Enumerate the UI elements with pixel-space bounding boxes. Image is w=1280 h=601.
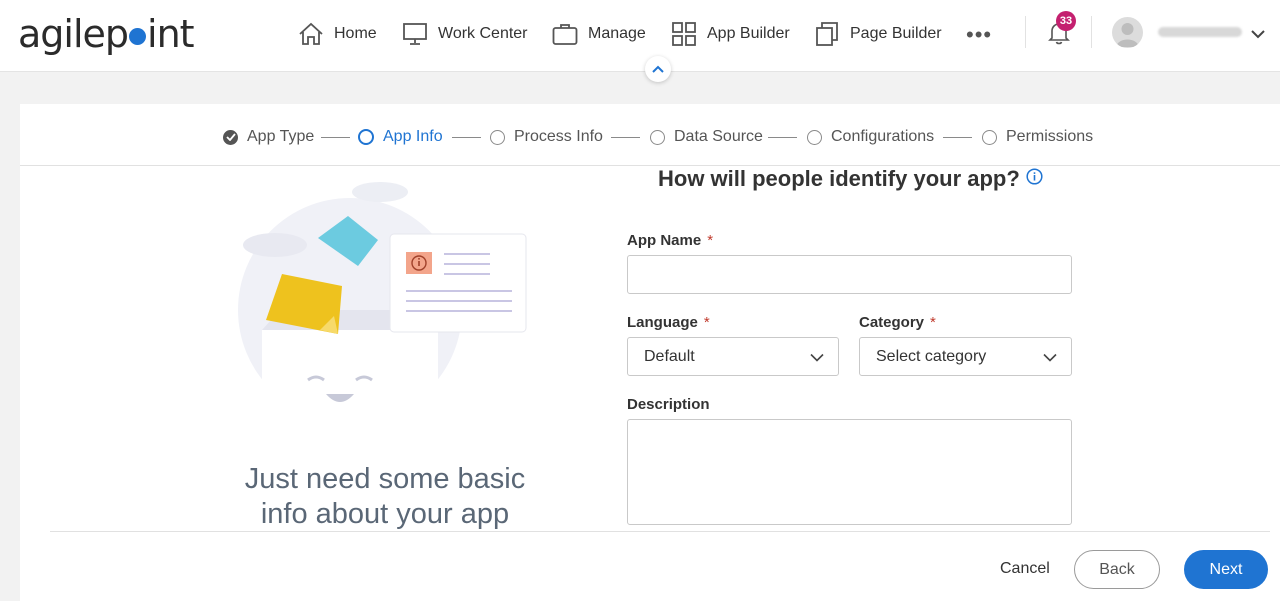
app-name-label: App Name * [627,232,714,249]
app-info-illustration [238,182,527,434]
nav-page-builder-label: Page Builder [850,25,942,42]
briefcase-icon [552,24,578,45]
active-step-circle-icon [358,129,374,145]
pages-icon [816,22,838,46]
nav-divider [1091,16,1092,48]
step-circle-icon [807,129,822,145]
nav-manage[interactable]: Manage [552,20,646,48]
step-label: Data Source [674,128,763,145]
step-label: Configurations [831,128,935,145]
step-label: App Info [383,128,443,145]
step-label: Process Info [514,128,603,145]
step-connector [321,137,350,138]
chevron-down-icon [1043,353,1057,362]
step-connector [452,137,481,138]
nav-page-builder[interactable]: Page Builder [814,20,942,48]
step-label: App Type [247,128,315,145]
description-textarea[interactable] [627,419,1072,525]
home-icon [299,22,323,45]
nav-divider [1025,16,1026,48]
check-circle-icon [223,129,238,145]
step-app-type[interactable]: App Type [223,128,314,146]
app-name-input[interactable] [627,255,1072,294]
next-button[interactable]: Next [1184,550,1268,589]
step-circle-icon [490,129,505,145]
username-redacted [1158,27,1242,37]
nav-app-builder[interactable]: App Builder [671,20,790,48]
nav-manage-label: Manage [588,25,646,42]
step-label: Permissions [1006,128,1094,145]
back-button[interactable]: Back [1074,550,1160,589]
grid-icon [672,22,696,46]
step-process-info[interactable]: Process Info [490,128,603,146]
form-title: How will people identify your app? [658,166,1020,191]
logo-dot [129,28,147,45]
info-icon[interactable] [1026,168,1043,190]
tagline-line-1: Just need some basic [244,463,526,495]
step-configurations[interactable]: Configurations [807,128,934,146]
category-select[interactable]: Select category [859,337,1072,376]
user-menu-chevron-icon[interactable] [1251,26,1265,44]
nav-work-center[interactable]: Work Center [402,20,528,48]
step-circle-icon [982,129,997,145]
top-navigation-bar: agilep int Home Work Center Manage App Bu… [0,0,1280,72]
language-select[interactable]: Default [627,337,839,376]
illustration-tagline: Just need some basic info about your app [220,462,550,532]
app-wizard-card: App Type App Info Process Info Data Sour… [20,104,1280,601]
step-connector [943,137,972,138]
step-app-info[interactable]: App Info [358,128,443,146]
collapse-header-button[interactable] [645,56,671,82]
step-connector [768,137,797,138]
step-data-source[interactable]: Data Source [650,128,763,146]
nav-home[interactable]: Home [298,20,377,48]
notifications-badge: 33 [1056,11,1076,31]
category-label: Category * [859,314,936,331]
footer-divider [50,531,1270,532]
nav-work-center-label: Work Center [438,25,528,42]
language-selected-value: Default [644,347,695,365]
user-avatar[interactable] [1112,17,1143,48]
language-label: Language * [627,314,710,331]
chevron-down-icon [810,353,824,362]
step-permissions[interactable]: Permissions [982,128,1093,146]
wizard-stepper: App Type App Info Process Info Data Sour… [20,104,1280,166]
cancel-button[interactable]: Cancel [1000,560,1050,578]
category-selected-value: Select category [876,347,987,365]
step-circle-icon [650,129,665,145]
tagline-line-2: info about your app [260,498,510,530]
chevron-up-icon [652,65,664,73]
more-menu-icon[interactable]: ••• [966,22,992,48]
description-label: Description [627,396,710,413]
nav-home-label: Home [334,25,377,42]
agilepoint-logo[interactable]: agilep int [18,12,195,56]
nav-app-builder-label: App Builder [707,25,790,42]
step-connector [611,137,640,138]
monitor-icon [403,23,427,45]
